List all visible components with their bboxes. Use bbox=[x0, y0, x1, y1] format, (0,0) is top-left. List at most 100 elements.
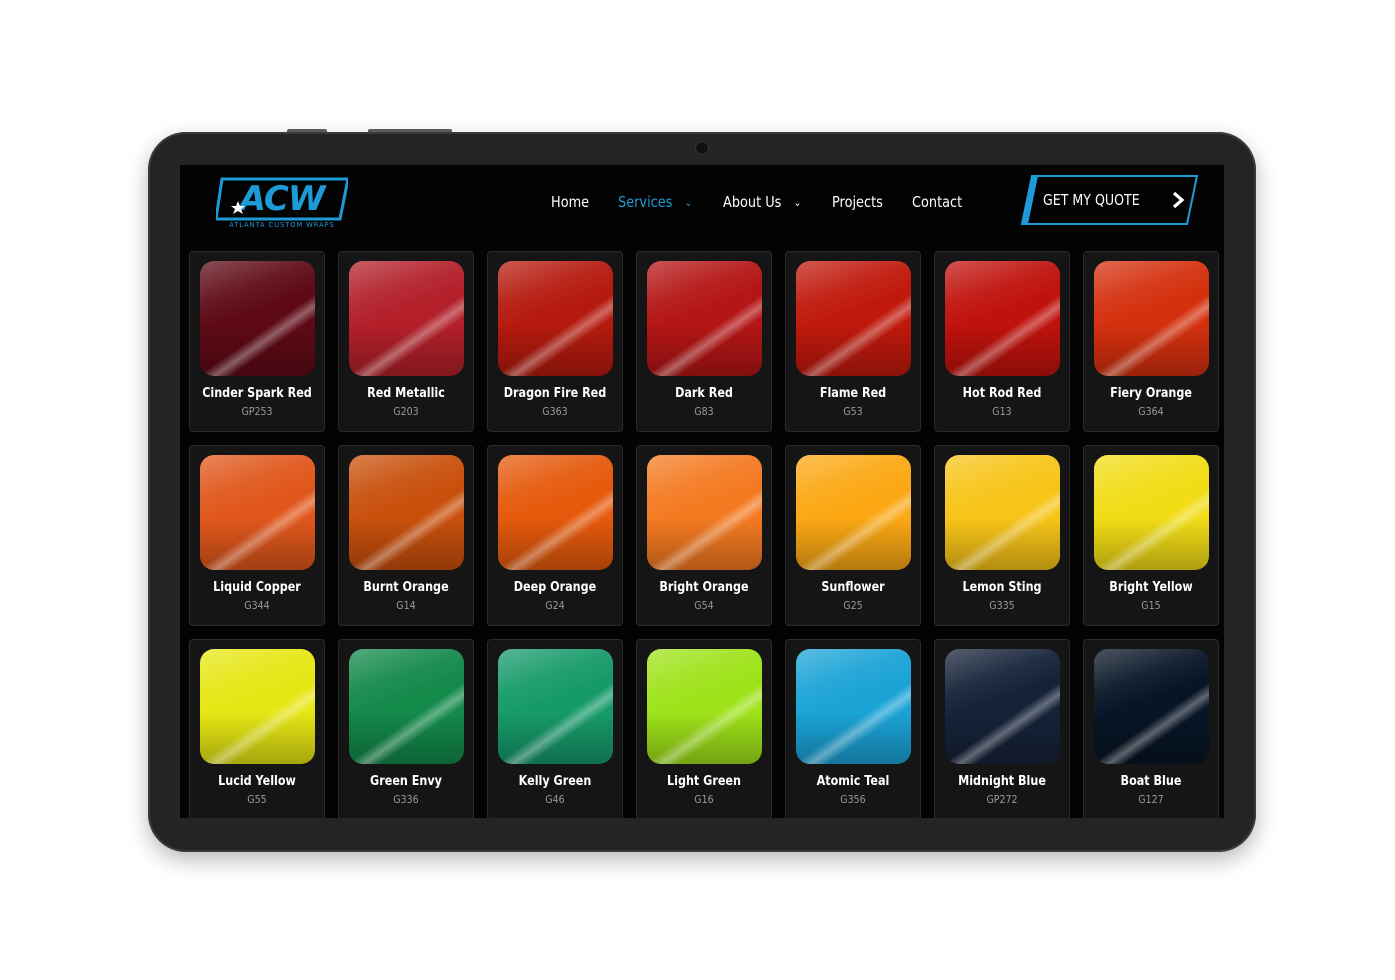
swatch-card[interactable]: Bright Orange G54 bbox=[636, 445, 772, 626]
swatch-code: G363 bbox=[542, 405, 568, 418]
swatch-code: G55 bbox=[247, 793, 267, 806]
swatch-card[interactable]: Atomic Teal G356 bbox=[785, 639, 921, 818]
color-swatch bbox=[796, 649, 911, 764]
nav-services[interactable]: Services ⌄ bbox=[618, 189, 692, 216]
color-swatch bbox=[796, 261, 911, 376]
nav-projects-label: Projects bbox=[832, 193, 883, 211]
camera-icon bbox=[696, 142, 708, 154]
nav-contact[interactable]: Contact bbox=[912, 189, 962, 215]
swatch-gloss bbox=[349, 261, 464, 376]
swatch-name: Kelly Green bbox=[518, 774, 592, 789]
swatch-code: G335 bbox=[989, 599, 1015, 612]
color-swatch bbox=[498, 649, 613, 764]
nav-home-label: Home bbox=[551, 193, 590, 211]
color-swatch bbox=[498, 455, 613, 570]
swatch-card[interactable]: Lemon Sting G335 bbox=[934, 445, 1070, 626]
swatch-card[interactable]: Light Green G16 bbox=[636, 639, 772, 818]
swatch-card[interactable]: Cinder Spark Red GP253 bbox=[189, 251, 325, 432]
swatch-gloss bbox=[200, 649, 315, 764]
swatch-card[interactable]: Hot Rod Red G13 bbox=[934, 251, 1070, 432]
swatch-card[interactable]: Lucid Yellow G55 bbox=[189, 639, 325, 818]
swatch-gloss bbox=[349, 649, 464, 764]
swatch-code: G203 bbox=[393, 405, 419, 418]
color-swatch bbox=[200, 649, 315, 764]
swatch-card[interactable]: Burnt Orange G14 bbox=[338, 445, 474, 626]
swatch-card[interactable]: Flame Red G53 bbox=[785, 251, 921, 432]
swatch-name: Dark Red bbox=[675, 386, 733, 401]
get-quote-label: GET MY QUOTE bbox=[1043, 191, 1140, 209]
swatch-card[interactable]: Kelly Green G46 bbox=[487, 639, 623, 818]
swatch-code: G83 bbox=[694, 405, 714, 418]
swatch-name: Hot Rod Red bbox=[962, 386, 1042, 401]
swatch-gloss bbox=[1094, 649, 1209, 764]
color-swatch bbox=[349, 261, 464, 376]
swatch-code: G15 bbox=[1141, 599, 1161, 612]
nav-about-label: About Us bbox=[723, 193, 782, 211]
swatch-gloss bbox=[1094, 455, 1209, 570]
color-swatch bbox=[945, 261, 1060, 376]
color-swatch bbox=[945, 455, 1060, 570]
color-swatch bbox=[647, 649, 762, 764]
color-swatch bbox=[498, 261, 613, 376]
swatch-gloss bbox=[1094, 261, 1209, 376]
swatch-card[interactable]: Green Envy G336 bbox=[338, 639, 474, 818]
swatch-gloss bbox=[647, 455, 762, 570]
swatch-code: G25 bbox=[843, 599, 863, 612]
swatch-name: Lemon Sting bbox=[962, 580, 1042, 595]
color-swatch bbox=[349, 455, 464, 570]
chevron-down-icon: ⌄ bbox=[793, 195, 802, 209]
website-screen: ACW ATLANTA CUSTOM WRAPS Home Services ⌄ … bbox=[180, 165, 1224, 818]
swatch-name: Atomic Teal bbox=[816, 774, 890, 789]
swatch-card[interactable]: Fiery Orange G364 bbox=[1083, 251, 1219, 432]
swatch-card[interactable]: Red Metallic G203 bbox=[338, 251, 474, 432]
swatch-gloss bbox=[498, 455, 613, 570]
swatch-gloss bbox=[647, 261, 762, 376]
swatch-name: Deep Orange bbox=[513, 580, 597, 595]
swatch-name: Cinder Spark Red bbox=[202, 386, 312, 401]
color-swatch bbox=[647, 455, 762, 570]
swatch-card[interactable]: Dark Red G83 bbox=[636, 251, 772, 432]
nav-projects[interactable]: Projects bbox=[832, 189, 883, 215]
nav-contact-label: Contact bbox=[912, 193, 963, 211]
swatch-gloss bbox=[796, 649, 911, 764]
chevron-right-icon bbox=[1172, 192, 1185, 208]
swatch-code: G54 bbox=[694, 599, 714, 612]
swatch-gloss bbox=[796, 455, 911, 570]
nav-about-us[interactable]: About Us ⌄ bbox=[723, 189, 801, 216]
swatch-code: G13 bbox=[992, 405, 1012, 418]
swatch-name: Fiery Orange bbox=[1110, 386, 1192, 401]
swatch-card[interactable]: Dragon Fire Red G363 bbox=[487, 251, 623, 432]
swatch-code: GP272 bbox=[986, 793, 1018, 806]
chevron-down-icon: ⌄ bbox=[684, 195, 693, 209]
color-swatch bbox=[1094, 455, 1209, 570]
swatch-name: Bright Yellow bbox=[1109, 580, 1193, 595]
color-swatch bbox=[200, 455, 315, 570]
nav-home[interactable]: Home bbox=[551, 189, 589, 215]
swatch-name: Liquid Copper bbox=[213, 580, 301, 595]
color-swatch bbox=[796, 455, 911, 570]
swatch-name: Bright Orange bbox=[659, 580, 749, 595]
swatch-card[interactable]: Deep Orange G24 bbox=[487, 445, 623, 626]
swatch-gloss bbox=[498, 261, 613, 376]
swatch-code: G127 bbox=[1138, 793, 1164, 806]
color-swatch bbox=[349, 649, 464, 764]
swatch-code: G24 bbox=[545, 599, 565, 612]
swatch-name: Sunflower bbox=[821, 580, 885, 595]
tablet-frame: ACW ATLANTA CUSTOM WRAPS Home Services ⌄ … bbox=[148, 132, 1256, 852]
swatch-gloss bbox=[945, 261, 1060, 376]
swatch-card[interactable]: Bright Yellow G15 bbox=[1083, 445, 1219, 626]
swatch-gloss bbox=[200, 455, 315, 570]
swatch-name: Boat Blue bbox=[1120, 774, 1182, 789]
swatch-card[interactable]: Boat Blue G127 bbox=[1083, 639, 1219, 818]
color-swatch-grid: Cinder Spark Red GP253 Red Metallic G203 Dra… bbox=[189, 251, 1219, 818]
swatch-code: G336 bbox=[393, 793, 419, 806]
swatch-card[interactable]: Midnight Blue GP272 bbox=[934, 639, 1070, 818]
swatch-name: Flame Red bbox=[819, 386, 887, 401]
swatch-card[interactable]: Liquid Copper G344 bbox=[189, 445, 325, 626]
swatch-name: Burnt Orange bbox=[363, 580, 449, 595]
swatch-gloss bbox=[647, 649, 762, 764]
swatch-name: Green Envy bbox=[370, 774, 442, 789]
swatch-code: GP253 bbox=[241, 405, 273, 418]
swatch-card[interactable]: Sunflower G25 bbox=[785, 445, 921, 626]
swatch-name: Lucid Yellow bbox=[218, 774, 296, 789]
